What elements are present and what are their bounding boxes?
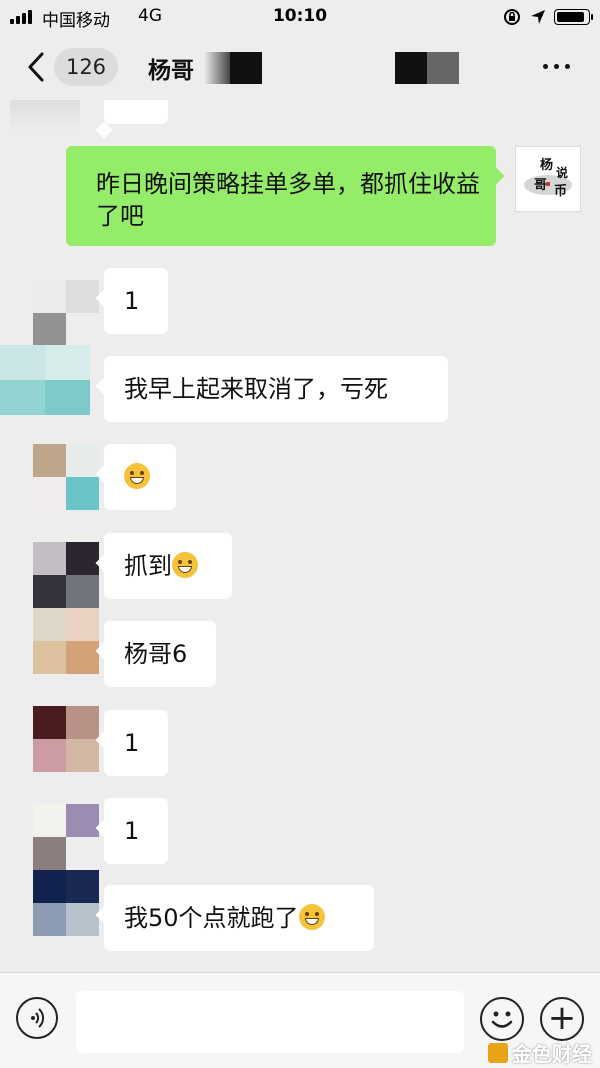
avatar[interactable]	[33, 542, 99, 608]
plus-icon[interactable]: +	[540, 997, 584, 1041]
message-bubble-self[interactable]: 昨日晚间策略挂单多单，都抓住收益了吧	[66, 146, 496, 246]
partial-message-bubble	[104, 100, 168, 124]
svg-text:说: 说	[556, 165, 568, 180]
message-text: 1	[124, 287, 140, 315]
message-bubble[interactable]: 1	[104, 798, 168, 864]
message-text: 昨日晚间策略挂单多单，都抓住收益了吧	[96, 170, 480, 230]
privacy-mosaic	[230, 52, 262, 84]
avatar-self[interactable]: 杨 说 哥 币	[515, 146, 581, 212]
message-bubble[interactable]: 1	[104, 710, 168, 776]
svg-text:哥: 哥	[534, 177, 547, 193]
avatar[interactable]	[33, 444, 99, 510]
grinning-face-icon	[172, 552, 198, 578]
message-bubble[interactable]: 我早上起来取消了，亏死	[104, 356, 448, 422]
svg-text:币: 币	[554, 184, 567, 199]
avatar[interactable]	[33, 870, 99, 936]
message-bubble[interactable]: 抓到	[104, 533, 232, 599]
privacy-mosaic	[204, 52, 230, 84]
avatar[interactable]	[0, 345, 90, 415]
message-text: 我早上起来取消了，亏死	[124, 375, 388, 403]
location-icon	[531, 10, 545, 24]
privacy-mosaic	[427, 52, 459, 84]
message-bubble[interactable]: 杨哥6	[104, 621, 216, 687]
message-text: 杨哥6	[124, 640, 188, 668]
sweat-face-icon	[298, 904, 325, 930]
more-dots-icon[interactable]	[543, 64, 570, 69]
avatar	[10, 100, 80, 130]
watermark-logo-icon	[488, 1042, 508, 1063]
emoji-icon[interactable]	[480, 997, 524, 1041]
message-bubble[interactable]	[104, 444, 176, 510]
message-bubble[interactable]: 我50个点就跑了	[104, 885, 374, 951]
message-text: 我50个点就跑了	[124, 904, 299, 932]
message-input[interactable]	[76, 991, 464, 1053]
crying-face-icon	[124, 463, 150, 489]
battery-icon	[554, 9, 593, 25]
status-bar: 中国移动 4G 10:10	[0, 0, 600, 34]
chat-title: 杨哥	[148, 58, 194, 84]
watermark: 金色财经	[488, 1038, 592, 1067]
brand-logo-icon: 杨 说 哥 币	[524, 157, 572, 199]
voice-icon[interactable]	[16, 997, 58, 1039]
privacy-mosaic	[395, 52, 427, 84]
message-text: 抓到	[124, 552, 172, 580]
unread-count-badge[interactable]: 126	[54, 48, 118, 86]
message-text: 1	[124, 817, 140, 845]
message-bubble[interactable]: 1	[104, 268, 168, 334]
avatar[interactable]	[33, 706, 99, 772]
chevron-left-icon[interactable]	[22, 50, 52, 84]
avatar[interactable]	[33, 608, 99, 674]
avatar[interactable]	[33, 804, 99, 870]
svg-text:杨: 杨	[540, 157, 553, 173]
message-text: 1	[124, 729, 140, 757]
chat-header: 126 杨哥	[0, 34, 600, 100]
avatar[interactable]	[33, 280, 99, 346]
rotation-lock-icon	[504, 9, 520, 25]
